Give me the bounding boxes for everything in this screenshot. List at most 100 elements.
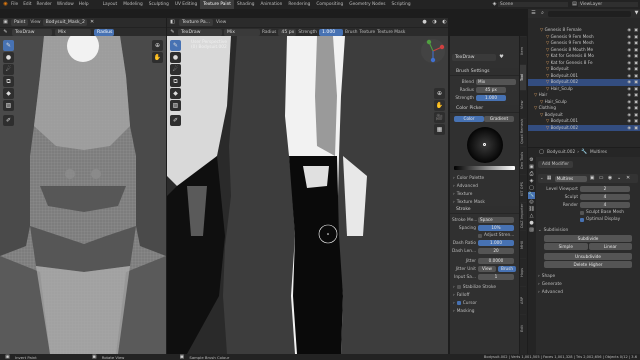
radius-field[interactable]: 45 px [476, 87, 506, 93]
brush-icon[interactable]: ✎ [2, 29, 9, 36]
render-level-field[interactable]: 4 [580, 202, 630, 208]
optimal-display-checkbox[interactable] [580, 217, 584, 222]
workspace-tab-geometry-nodes[interactable]: Geometry Nodes [346, 0, 388, 9]
sidebar-tab-tool[interactable]: Tool [520, 64, 526, 90]
jitter-field[interactable]: 0.0000 [478, 258, 514, 264]
brush-settings-header[interactable]: Brush Settings [450, 68, 519, 76]
navigation-gizmo[interactable] [420, 38, 446, 64]
scene-props-icon[interactable]: ◈ [528, 178, 535, 185]
viewport-toggle-icon[interactable]: ▭ [598, 175, 605, 182]
simple-button[interactable]: Simple [544, 243, 588, 250]
color-picker-header[interactable]: Color Picker [450, 105, 519, 113]
dash-ratio-field[interactable]: 1.000 [478, 240, 514, 246]
section-advanced[interactable]: › Advanced [450, 182, 519, 190]
image-brush-select[interactable]: TexDraw [12, 28, 52, 36]
object-props-icon[interactable]: ▢ [528, 185, 535, 192]
zoom-view-icon[interactable]: ⊕ [434, 88, 445, 99]
sidebar-tab-daz-importer[interactable]: DAZ Importer [520, 202, 526, 230]
sidebar-tab-view[interactable]: View [520, 90, 526, 118]
render-visibility-icon[interactable]: ▣ [634, 125, 638, 132]
delete-higher-button[interactable]: Delete Higher [544, 261, 632, 268]
menu-help[interactable]: Help [79, 2, 89, 7]
scene-selector[interactable]: Scene [498, 2, 568, 7]
advanced-section[interactable]: Advanced [542, 290, 563, 295]
image-radius-field[interactable]: Radius [94, 28, 114, 36]
data-props-icon[interactable]: △ [528, 213, 535, 220]
image-blend-select[interactable]: Mix [55, 28, 91, 36]
editor-type-icon[interactable]: ▣ [2, 19, 9, 26]
level-viewport-field[interactable]: 2 [580, 186, 630, 192]
vp-smear-tool-icon[interactable]: ☄ [170, 64, 181, 75]
dash-length-field[interactable]: 20 [478, 248, 514, 254]
annotate-tool-icon[interactable]: ✐ [3, 115, 14, 126]
workspace-tab-animation[interactable]: Animation [257, 0, 285, 9]
editor-type-3d-icon[interactable]: ◧ [169, 19, 176, 26]
workspace-tab-uv-editing[interactable]: UV Editing [172, 0, 200, 9]
vp-mask-tool-icon[interactable]: ▨ [170, 100, 181, 111]
linear-button[interactable]: Linear [588, 243, 632, 250]
image-mode-select[interactable]: Paint [11, 19, 29, 26]
stroke-header[interactable]: Stroke [450, 206, 519, 214]
adjust-strength-checkbox[interactable] [478, 233, 482, 238]
gradient-tab[interactable]: Gradient [484, 116, 514, 122]
modifier-name-field[interactable]: Multires [554, 175, 587, 182]
section-texture[interactable]: › Texture [450, 190, 519, 198]
viewport-shading-solid-icon[interactable]: ● [421, 19, 428, 26]
input-samples-field[interactable]: 1 [478, 274, 514, 280]
falloff-label[interactable]: Falloff [457, 293, 470, 298]
section-texture-mask[interactable]: › Texture Mask [450, 198, 519, 206]
viewport-brush-menu[interactable]: Brush [345, 30, 357, 35]
vp-annotate-tool-icon[interactable]: ✐ [170, 115, 181, 126]
workspace-tab-modeling[interactable]: Modeling [120, 0, 146, 9]
vp-clone-tool-icon[interactable]: ⧉ [170, 76, 181, 87]
sculpt-base-mesh-checkbox[interactable] [580, 210, 584, 215]
value-slider[interactable] [454, 166, 515, 170]
soften-tool-icon[interactable]: ● [3, 52, 14, 63]
sidebar-tab-quad-remesh[interactable]: Quad Remesh [520, 118, 526, 146]
close-image-icon[interactable]: ✕ [89, 19, 96, 26]
modifier-props-icon[interactable]: 🔧 [528, 192, 535, 199]
sidebar-tab-edit[interactable]: Edit [520, 314, 526, 342]
viewport-strength-field[interactable]: 1.000 [319, 28, 344, 36]
workspace-tab-scripting[interactable]: Scripting [389, 0, 414, 9]
add-modifier-button[interactable]: Add Modifier [538, 161, 574, 168]
blender-logo-icon[interactable]: ◉ [2, 1, 9, 8]
modifier-remove-icon[interactable]: ✕ [625, 175, 632, 182]
subdivision-header[interactable]: Subdivision [544, 228, 569, 233]
sidebar-tab-dev-tools[interactable]: Dev Tools [520, 146, 526, 174]
sidebar-tab-item[interactable]: Item [520, 36, 526, 64]
tool-props-icon[interactable]: ⚙ [528, 157, 535, 164]
texture-props-icon[interactable]: ▨ [528, 227, 535, 234]
sidebar-brush-name[interactable]: TexDraw [452, 53, 496, 61]
workspace-tab-compositing[interactable]: Compositing [313, 0, 346, 9]
viewport-brush-icon[interactable]: ✎ [169, 29, 176, 36]
material-props-icon[interactable]: ● [528, 220, 535, 227]
image-editor-canvas[interactable] [0, 36, 166, 354]
image-view-menu[interactable]: View [30, 20, 40, 25]
workspace-tab-rendering[interactable]: Rendering [285, 0, 313, 9]
sidebar-tab-arp[interactable]: ARP [520, 286, 526, 314]
strength-field[interactable]: 1.000 [476, 95, 506, 101]
viewport-canvas[interactable] [167, 36, 448, 354]
section-color-palette[interactable]: › Color Palette [450, 174, 519, 182]
masking-label[interactable]: Masking [457, 309, 475, 314]
zoom-icon[interactable]: ⊕ [152, 40, 163, 51]
constraint-props-icon[interactable]: ⛓ [528, 206, 535, 213]
blend-field[interactable]: Mix [476, 79, 516, 85]
physics-props-icon[interactable]: ◎ [528, 199, 535, 206]
shape-section[interactable]: Shape [542, 274, 555, 279]
modifier-dropdown-icon[interactable]: ⌄ [616, 175, 623, 182]
viewport-radius-field[interactable]: 45 px [278, 28, 297, 36]
cursor-checkbox[interactable] [456, 301, 461, 305]
menu-edit[interactable]: Edit [23, 2, 31, 7]
sidebar-tab-kit-ops[interactable]: KIT OPS [520, 174, 526, 202]
sculpt-level-field[interactable]: 4 [580, 194, 630, 200]
viewport-shading-render-icon[interactable]: ◐ [441, 19, 448, 26]
jitter-unit-brush[interactable]: Brush [498, 266, 516, 272]
viewport-texture-menu[interactable]: Texture [359, 30, 375, 35]
ortho-toggle-icon[interactable]: ▦ [434, 124, 445, 135]
vp-draw-tool-icon[interactable]: ✎ [170, 40, 181, 51]
edit-mode-toggle-icon[interactable]: ▣ [589, 175, 596, 182]
viewport-brush-select[interactable]: TexDraw [178, 28, 222, 36]
pan-view-icon[interactable]: ✋ [434, 100, 445, 111]
